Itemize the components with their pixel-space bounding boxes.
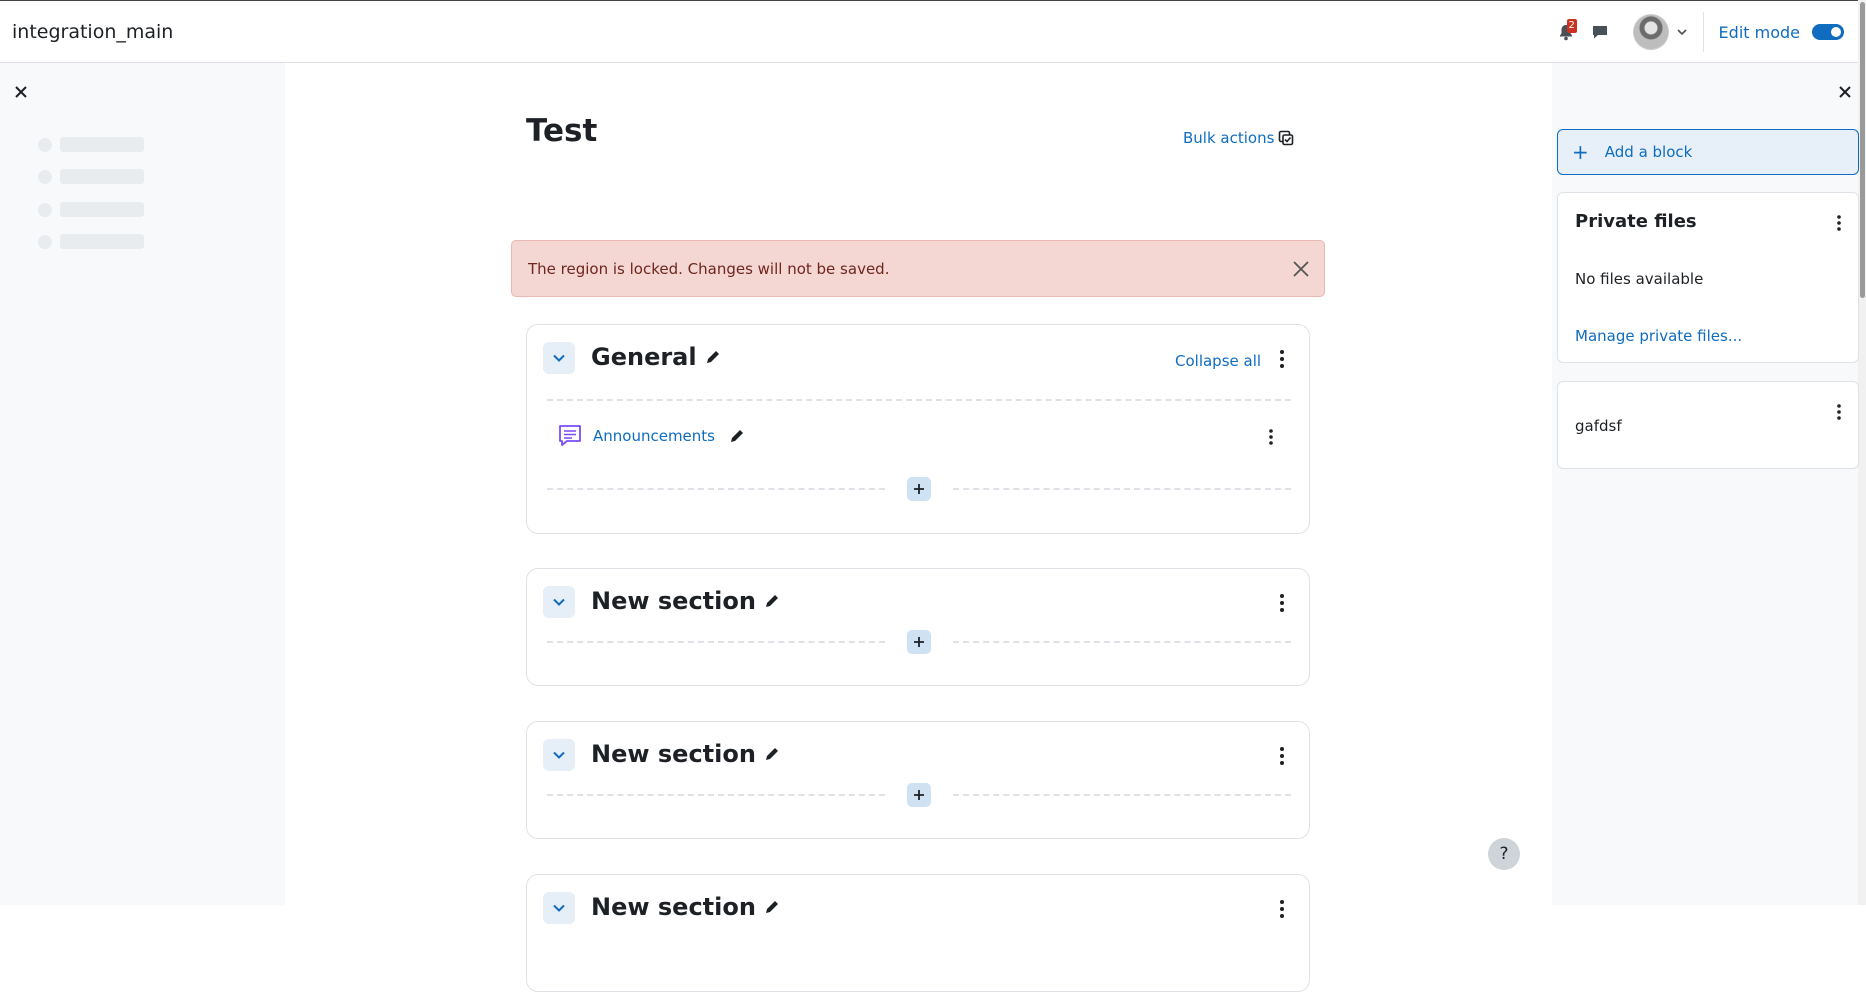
pencil-icon[interactable]	[764, 593, 780, 609]
plus-icon	[914, 484, 924, 494]
no-files-text: No files available	[1575, 270, 1704, 288]
add-divider-right	[953, 641, 1291, 643]
kebab-menu-icon	[1280, 747, 1284, 765]
pencil-icon[interactable]	[705, 349, 721, 365]
collapse-section-button[interactable]	[543, 586, 575, 618]
course-section: New section	[526, 874, 1310, 992]
chevron-down-icon[interactable]	[1676, 25, 1691, 39]
text-block: gafdsf	[1557, 381, 1859, 469]
course-index-drawer	[0, 63, 285, 905]
collapse-all-link[interactable]: Collapse all	[1175, 352, 1261, 370]
section-menu-button[interactable]	[1276, 348, 1288, 370]
course-section: New section	[526, 568, 1310, 686]
notifications-button[interactable]: 2	[1549, 15, 1583, 49]
add-activity-button[interactable]	[907, 477, 931, 501]
add-divider-left	[547, 794, 885, 796]
pencil-icon[interactable]	[764, 899, 780, 915]
collapse-section-button[interactable]	[543, 739, 575, 771]
section-title-text: General	[591, 343, 697, 371]
section-title-text: New section	[591, 893, 756, 921]
page-title: Test	[526, 113, 598, 149]
section-menu-button[interactable]	[1276, 745, 1288, 767]
close-icon	[15, 86, 27, 98]
section-menu-button[interactable]	[1276, 592, 1288, 614]
activity-menu-button[interactable]	[1265, 426, 1277, 448]
section-divider	[547, 399, 1291, 401]
section-title: New section	[591, 893, 780, 921]
add-divider-left	[547, 641, 885, 643]
block-content-text: gafdsf	[1575, 417, 1622, 435]
section-title-text: New section	[591, 740, 756, 768]
kebab-menu-icon	[1269, 429, 1273, 445]
placeholder-row	[38, 137, 144, 152]
activity-link-announcements[interactable]: Announcements	[593, 427, 715, 445]
forum-icon	[559, 425, 581, 446]
course-section: New section	[526, 721, 1310, 839]
collapse-section-button[interactable]	[543, 342, 575, 374]
help-button[interactable]: ?	[1488, 838, 1520, 870]
close-icon	[1293, 261, 1309, 277]
navbar-right: 2 Edit mode	[1549, 1, 1844, 63]
plus-icon: +	[1572, 140, 1589, 164]
add-block-button[interactable]: + Add a block	[1557, 129, 1859, 175]
private-files-block: Private files No files available Manage …	[1557, 192, 1859, 363]
kebab-menu-icon	[1837, 404, 1841, 420]
close-course-index-button[interactable]	[11, 82, 31, 102]
block-menu-button[interactable]	[1833, 212, 1845, 234]
section-title: New section	[591, 587, 780, 615]
block-title: Private files	[1575, 211, 1697, 232]
placeholder-row	[38, 169, 144, 184]
pencil-icon[interactable]	[764, 746, 780, 762]
kebab-menu-icon	[1837, 215, 1841, 231]
region-locked-alert: The region is locked. Changes will not b…	[511, 240, 1325, 297]
section-title-text: New section	[591, 587, 756, 615]
top-navbar: integration_main 2 Edit mode	[0, 0, 1866, 63]
chevron-down-icon	[553, 598, 565, 606]
alert-message: The region is locked. Changes will not b…	[528, 260, 890, 278]
pencil-icon[interactable]	[729, 428, 745, 444]
user-avatar[interactable]	[1632, 14, 1669, 50]
page-scrollbar[interactable]	[1858, 0, 1866, 905]
close-block-drawer-button[interactable]	[1835, 82, 1855, 102]
activity-item: Announcements	[557, 423, 745, 449]
notification-count-badge: 2	[1566, 19, 1577, 33]
section-title: New section	[591, 740, 780, 768]
placeholder-row	[38, 234, 144, 249]
add-divider-left	[547, 488, 885, 490]
scrollbar-thumb[interactable]	[1860, 2, 1865, 298]
close-icon	[1839, 86, 1851, 98]
block-menu-button[interactable]	[1833, 401, 1845, 423]
navbar-divider	[1702, 12, 1704, 52]
dismiss-alert-button[interactable]	[1290, 258, 1312, 280]
site-name-link[interactable]: integration_main	[12, 21, 173, 43]
kebab-menu-icon	[1280, 900, 1284, 918]
plus-icon	[914, 790, 924, 800]
add-divider-right	[953, 794, 1291, 796]
bulk-edit-icon	[1279, 130, 1294, 146]
add-block-label: Add a block	[1604, 143, 1693, 161]
main-content: Test Bulk actions The region is locked. …	[285, 63, 1552, 992]
messages-button[interactable]	[1583, 15, 1617, 49]
chevron-down-icon	[553, 904, 565, 912]
edit-mode-toggle[interactable]	[1812, 24, 1844, 40]
course-section: General Collapse all Announcements	[526, 324, 1310, 534]
kebab-menu-icon	[1280, 594, 1284, 612]
collapse-section-button[interactable]	[543, 892, 575, 924]
add-activity-button[interactable]	[907, 630, 931, 654]
plus-icon	[914, 637, 924, 647]
bulk-actions-link[interactable]: Bulk actions	[1183, 129, 1294, 147]
section-title: General	[591, 343, 721, 371]
placeholder-row	[38, 202, 144, 217]
chevron-down-icon	[553, 354, 565, 362]
manage-private-files-link[interactable]: Manage private files...	[1575, 327, 1742, 345]
edit-mode-label: Edit mode	[1718, 22, 1800, 42]
chevron-down-icon	[553, 751, 565, 759]
add-divider-right	[953, 488, 1291, 490]
section-menu-button[interactable]	[1276, 898, 1288, 920]
add-activity-button[interactable]	[907, 783, 931, 807]
block-drawer: + Add a block Private files No files ava…	[1552, 63, 1859, 905]
kebab-menu-icon	[1280, 350, 1284, 368]
chat-icon	[1592, 26, 1607, 39]
bulk-actions-label: Bulk actions	[1183, 129, 1275, 147]
